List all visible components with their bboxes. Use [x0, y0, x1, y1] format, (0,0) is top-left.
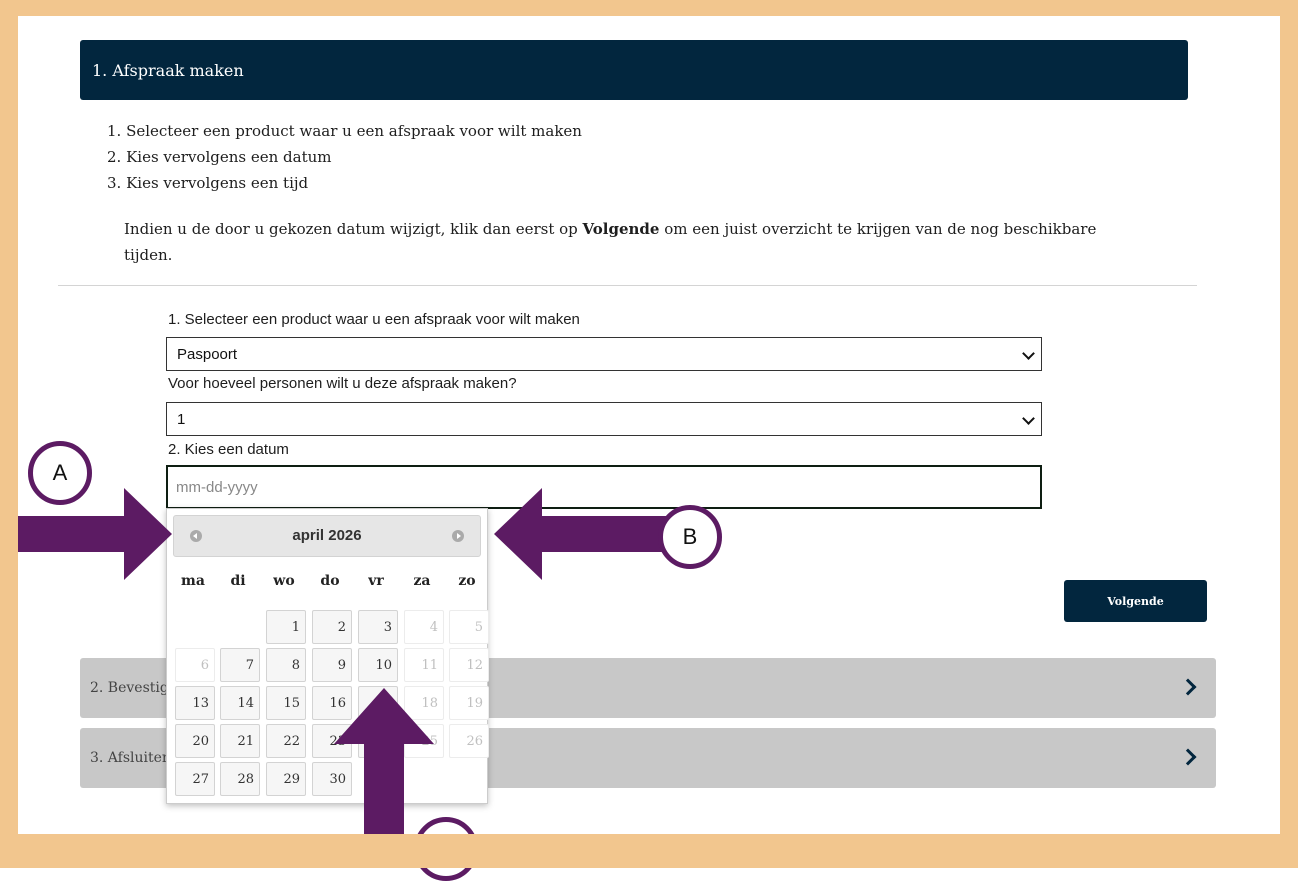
- weekday-header: do: [320, 573, 340, 589]
- calendar-day: 26: [449, 724, 489, 758]
- note-text-start: Indien u de door u gekozen datum wijzigt…: [124, 220, 583, 238]
- weekday-header: za: [413, 573, 431, 589]
- calendar-day: 11: [404, 648, 444, 682]
- chevron-right-icon: [1179, 748, 1197, 766]
- calendar-day: 12: [449, 648, 489, 682]
- weekday-header: zo: [458, 573, 476, 589]
- calendar-day[interactable]: 7: [220, 648, 260, 682]
- annotation-arrow-b: [494, 488, 672, 580]
- instruction-step-1: 1. Selecteer een product waar u een afsp…: [107, 122, 582, 140]
- calendar-day[interactable]: 8: [266, 648, 306, 682]
- datepicker-month-title: april 2026: [292, 527, 362, 544]
- note-text-bold: Volgende: [582, 220, 660, 238]
- product-label: 1. Selecteer een product waar u een afsp…: [168, 311, 580, 328]
- chevron-right-icon: [1179, 678, 1197, 696]
- calendar-day[interactable]: 1: [266, 610, 306, 644]
- accordion-afsluiten-label: 3. Afsluiten: [90, 750, 171, 766]
- next-button[interactable]: Volgende: [1064, 580, 1207, 622]
- calendar-day[interactable]: 13: [175, 686, 215, 720]
- calendar-day[interactable]: 10: [358, 648, 398, 682]
- calendar-day: 19: [449, 686, 489, 720]
- datepicker-header: april 2026: [173, 515, 481, 557]
- datepicker-popup: april 2026 ma di wo do vr za zo 1 2 3 4 5 6 7 8 9 10 11 12…: [166, 508, 489, 804]
- calendar-day[interactable]: 28: [220, 762, 260, 796]
- annotation-arrow-a: [0, 488, 172, 580]
- section-title: 1. Afspraak maken: [92, 60, 244, 80]
- date-change-note: Indien u de door u gekozen datum wijzigt…: [124, 216, 1134, 268]
- calendar-day: 5: [449, 610, 489, 644]
- instruction-step-3: 3. Kies vervolgens een tijd: [107, 174, 309, 192]
- calendar-day: 6: [175, 648, 215, 682]
- chevron-down-icon: [1022, 347, 1035, 360]
- section-header-afspraak: 1. Afspraak maken: [80, 40, 1188, 100]
- divider: [58, 285, 1197, 286]
- weekday-header: vr: [368, 573, 384, 589]
- calendar-day[interactable]: 3: [358, 610, 398, 644]
- product-select-value: Paspoort: [177, 345, 238, 363]
- calendar-day[interactable]: 14: [220, 686, 260, 720]
- calendar-day[interactable]: 15: [266, 686, 306, 720]
- date-input-placeholder: mm-dd-yyyy: [176, 478, 258, 496]
- calendar-day: 4: [404, 610, 444, 644]
- next-month-icon[interactable]: [452, 530, 464, 542]
- persons-select-value: 1: [177, 410, 186, 428]
- weekday-header: wo: [273, 573, 295, 589]
- annotation-badge-b: B: [658, 505, 722, 569]
- instruction-list: 1. Selecteer een product waar u een afsp…: [107, 118, 582, 196]
- persons-label: Voor hoeveel personen wilt u deze afspra…: [168, 375, 517, 392]
- calendar-day[interactable]: 22: [266, 724, 306, 758]
- calendar-day[interactable]: 20: [175, 724, 215, 758]
- calendar-day[interactable]: 27: [175, 762, 215, 796]
- calendar-day[interactable]: 9: [312, 648, 352, 682]
- instruction-step-2: 2. Kies vervolgens een datum: [107, 148, 332, 166]
- date-label: 2. Kies een datum: [168, 441, 289, 458]
- weekday-header: ma: [181, 573, 205, 589]
- calendar-day[interactable]: 2: [312, 610, 352, 644]
- annotation-badge-a: A: [28, 441, 92, 505]
- weekday-header: di: [230, 573, 246, 589]
- chevron-down-icon: [1022, 412, 1035, 425]
- calendar-day[interactable]: 21: [220, 724, 260, 758]
- calendar-day[interactable]: 29: [266, 762, 306, 796]
- annotation-badge-c: C: [414, 817, 478, 881]
- product-select[interactable]: Paspoort: [166, 337, 1042, 371]
- persons-select[interactable]: 1: [166, 402, 1042, 436]
